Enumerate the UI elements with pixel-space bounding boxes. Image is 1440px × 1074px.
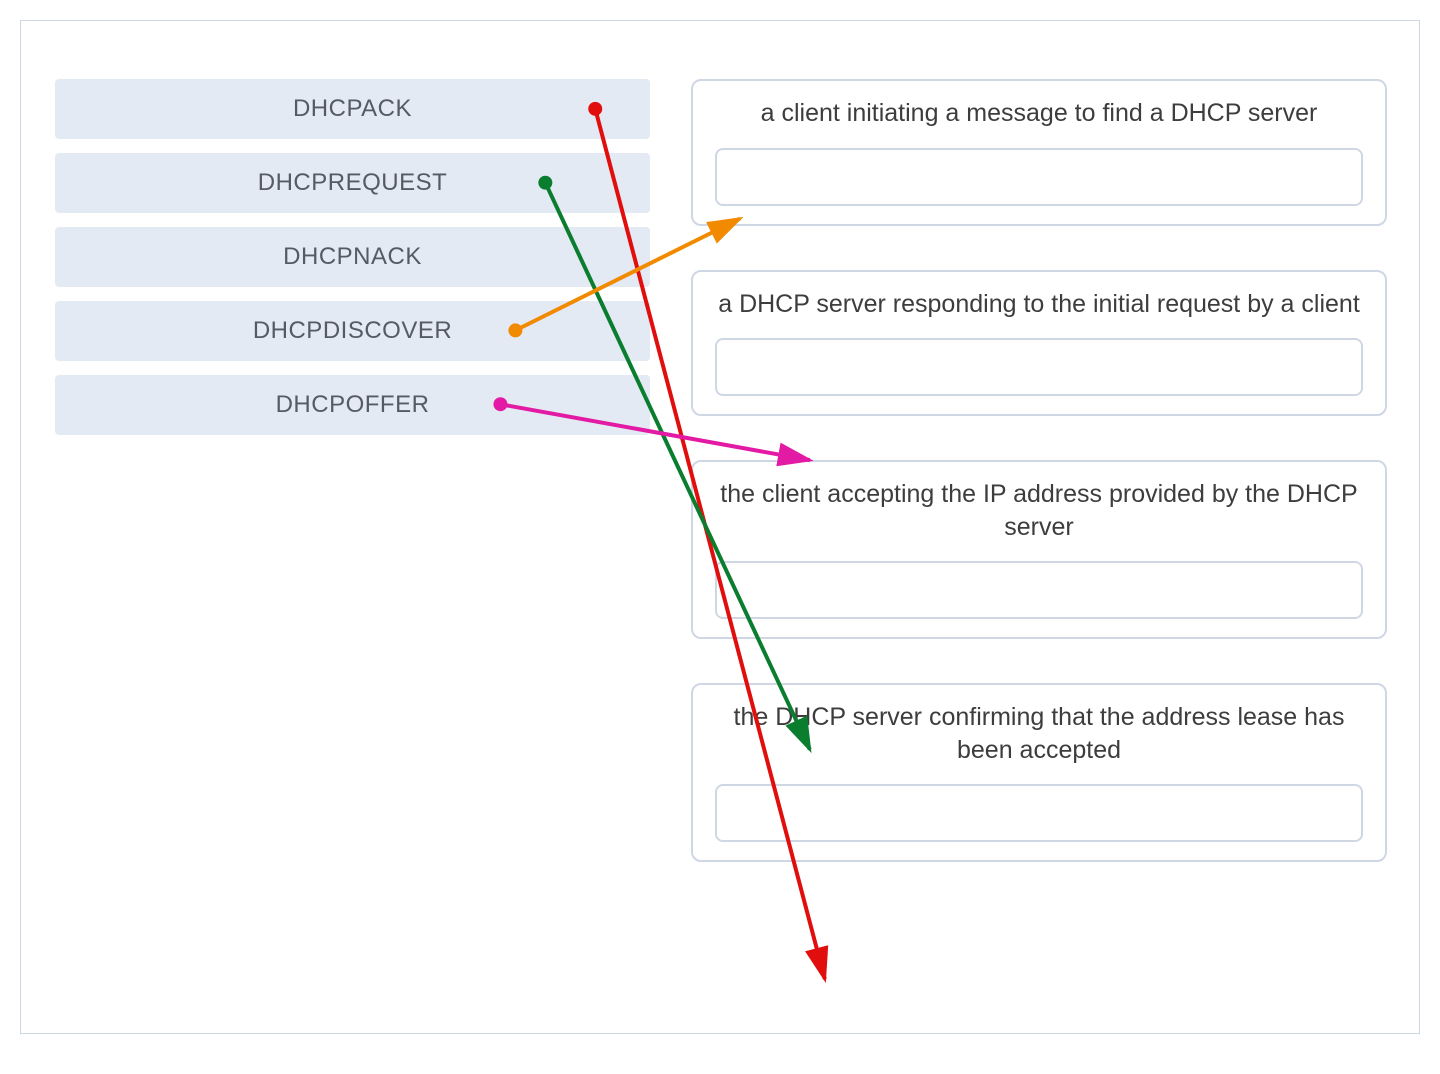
source-term-dhcpack[interactable]: DHCPACK	[55, 79, 650, 139]
source-term-label: DHCPNACK	[283, 243, 422, 270]
source-term-dhcpdiscover[interactable]: DHCPDISCOVER	[55, 301, 650, 361]
target-description: a DHCP server responding to the initial …	[715, 288, 1363, 321]
drop-slot[interactable]	[715, 148, 1363, 206]
drop-slot[interactable]	[715, 338, 1363, 396]
source-terms-column: DHCPACK DHCPREQUEST DHCPNACK DHCPDISCOVE…	[55, 79, 650, 449]
source-term-dhcpnack[interactable]: DHCPNACK	[55, 227, 650, 287]
target-description: the client accepting the IP address prov…	[715, 478, 1363, 543]
target-description: the DHCP server confirming that the addr…	[715, 701, 1363, 766]
drop-slot[interactable]	[715, 784, 1363, 842]
target-card: a DHCP server responding to the initial …	[691, 270, 1387, 417]
source-term-dhcpoffer[interactable]: DHCPOFFER	[55, 375, 650, 435]
target-card: a client initiating a message to find a …	[691, 79, 1387, 226]
source-term-label: DHCPACK	[293, 95, 412, 122]
target-descriptions-column: a client initiating a message to find a …	[691, 79, 1387, 906]
matching-canvas: DHCPACK DHCPREQUEST DHCPNACK DHCPDISCOVE…	[20, 20, 1420, 1034]
target-card: the client accepting the IP address prov…	[691, 460, 1387, 639]
source-term-label: DHCPDISCOVER	[253, 317, 452, 344]
source-term-dhcprequest[interactable]: DHCPREQUEST	[55, 153, 650, 213]
drop-slot[interactable]	[715, 561, 1363, 619]
source-term-label: DHCPREQUEST	[258, 169, 448, 196]
target-description: a client initiating a message to find a …	[715, 97, 1363, 130]
target-card: the DHCP server confirming that the addr…	[691, 683, 1387, 862]
source-term-label: DHCPOFFER	[276, 391, 430, 418]
